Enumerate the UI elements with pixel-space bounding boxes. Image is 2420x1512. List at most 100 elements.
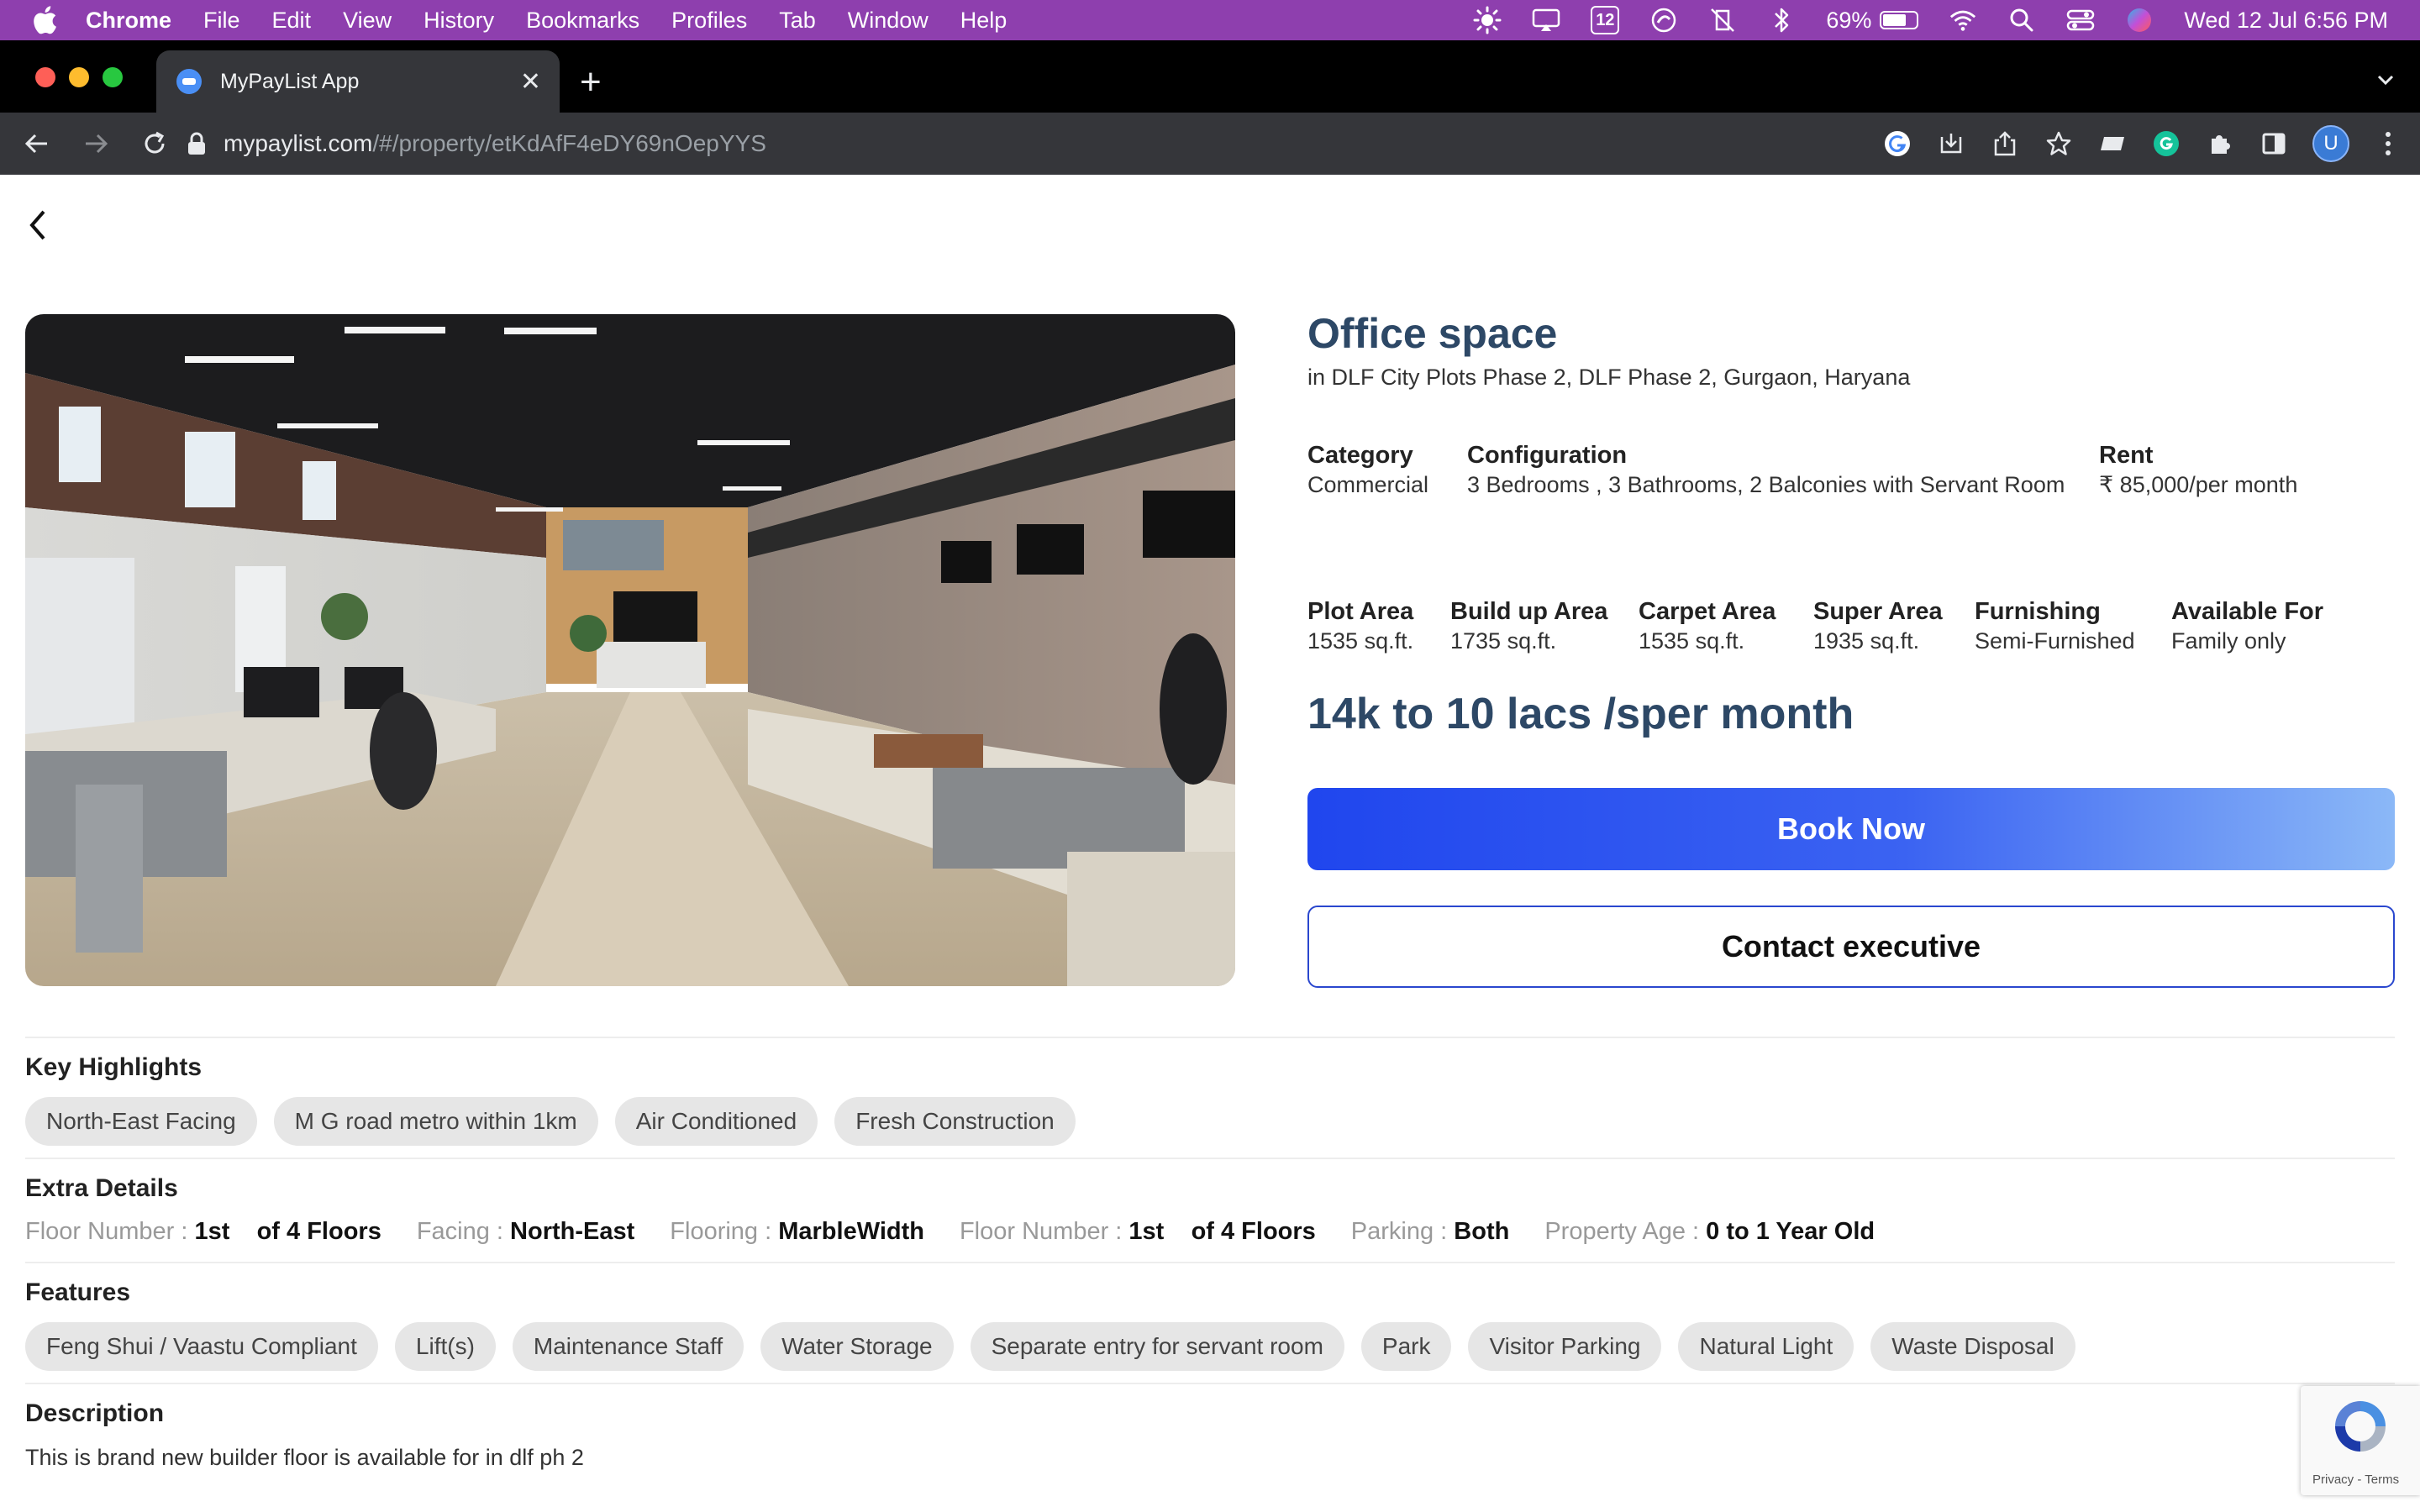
reload-icon[interactable] — [139, 129, 170, 159]
spec-configuration: Configuration 3 Bedrooms , 3 Bathrooms, … — [1467, 440, 2065, 499]
new-tab-button[interactable]: + — [580, 64, 602, 101]
extra-details-heading: Extra Details — [25, 1174, 178, 1202]
extensions-puzzle-icon[interactable] — [2205, 129, 2235, 159]
brightness-icon[interactable] — [1473, 6, 1502, 34]
key-highlights-heading: Key Highlights — [25, 1053, 203, 1081]
google-icon[interactable] — [1882, 129, 1912, 159]
property-location: in DLF City Plots Phase 2, DLF Phase 2, … — [1307, 365, 1911, 390]
menu-edit[interactable]: Edit — [272, 8, 312, 34]
screen-mirroring-icon[interactable] — [1532, 6, 1560, 34]
grammarly-icon[interactable] — [2151, 129, 2181, 159]
spec-value: Commercial — [1307, 472, 1429, 497]
extra-detail-item: Facing : North-East — [417, 1218, 634, 1246]
tab-title: MyPayList App — [220, 69, 360, 93]
spec-value: 1935 sq.ft. — [1813, 628, 1920, 654]
sync-icon[interactable] — [1649, 6, 1678, 34]
spec-value: Semi-Furnished — [1975, 628, 2135, 654]
share-icon[interactable] — [1990, 129, 2020, 159]
wifi-icon[interactable] — [1949, 6, 1977, 34]
menu-view[interactable]: View — [343, 8, 392, 34]
bookmark-star-icon[interactable] — [2044, 129, 2074, 159]
side-panel-icon[interactable] — [2259, 129, 2289, 159]
calendar-badge-icon[interactable]: 12 — [1591, 6, 1620, 34]
spec-label: Furnishing — [1975, 598, 2101, 625]
spec-label: Build up Area — [1450, 598, 1608, 625]
menu-file[interactable]: File — [203, 8, 240, 34]
menu-app-chrome[interactable]: Chrome — [86, 8, 171, 34]
spec-furnishing: Furnishing Semi-Furnished — [1975, 596, 2135, 655]
window-zoom-button[interactable] — [103, 67, 123, 87]
features-chips: Feng Shui / Vaastu Compliant Lift(s) Mai… — [25, 1322, 2075, 1371]
extra-detail-label: Facing : — [416, 1218, 511, 1245]
section-divider — [25, 1037, 2395, 1038]
extra-detail-item: Floor Number : 1st of 4 Floors — [960, 1218, 1316, 1246]
extra-detail-value: 0 to 1 Year Old — [1706, 1218, 1876, 1245]
siri-icon[interactable] — [2125, 6, 2154, 34]
property-title: Office space — [1307, 310, 1558, 357]
recaptcha-links[interactable]: Privacy - Terms — [2312, 1473, 2399, 1487]
extra-detail-value: MarbleWidth — [778, 1218, 924, 1245]
control-center-icon[interactable] — [2066, 6, 2095, 34]
extra-detail-label: Parking : — [1350, 1218, 1455, 1245]
window-close-button[interactable] — [35, 67, 55, 87]
bluetooth-icon[interactable] — [1767, 6, 1796, 34]
book-now-button[interactable]: Book Now — [1307, 788, 2395, 870]
spotlight-search-icon[interactable] — [2007, 6, 2036, 34]
extra-details-list: Floor Number : 1st of 4 Floors Facing : … — [25, 1218, 1875, 1246]
battery-percent: 69% — [1826, 7, 1872, 33]
menu-tab[interactable]: Tab — [779, 8, 816, 34]
feature-chip: Maintenance Staff — [512, 1322, 744, 1371]
spec-label: Plot Area — [1307, 598, 1414, 625]
lock-icon[interactable] — [187, 131, 207, 156]
spec-category: Category Commercial — [1307, 440, 1428, 499]
clock-datetime[interactable]: Wed 12 Jul 6:56 PM — [2184, 8, 2388, 34]
do-not-disturb-icon[interactable] — [1708, 6, 1737, 34]
extension-ticket-icon[interactable] — [2097, 129, 2128, 159]
address-bar[interactable]: mypaylist.com /#/property/etKdAfF4eDY69n… — [180, 119, 1860, 168]
forward-arrow-icon[interactable] — [81, 129, 111, 159]
browser-menu-kebab-icon[interactable] — [2373, 129, 2403, 159]
menu-history[interactable]: History — [424, 8, 494, 34]
url-path: /#/property/etKdAfF4eDY69nOepYYS — [372, 130, 766, 156]
extra-detail-value: 1st of 4 Floors — [194, 1218, 381, 1245]
install-app-icon[interactable] — [1936, 129, 1966, 159]
recaptcha-badge[interactable]: Privacy - Terms — [2301, 1386, 2420, 1495]
extra-detail-value: Both — [1454, 1218, 1510, 1245]
section-divider — [25, 1262, 2395, 1263]
extra-detail-label: Flooring : — [670, 1218, 779, 1245]
spec-value: ₹ 85,000/per month — [2099, 472, 2298, 497]
macos-menu-bar: Chrome File Edit View History Bookmarks … — [0, 0, 2420, 40]
property-photo[interactable] — [25, 314, 1235, 986]
extra-detail-item: Floor Number : 1st of 4 Floors — [25, 1218, 381, 1246]
menu-help[interactable]: Help — [960, 8, 1007, 34]
site-favicon-icon — [176, 69, 202, 94]
back-chevron-icon[interactable] — [22, 200, 55, 250]
highlight-chip: North-East Facing — [25, 1097, 257, 1146]
feature-chip: Park — [1360, 1322, 1452, 1371]
recaptcha-logo-icon — [2335, 1401, 2386, 1452]
contact-executive-button[interactable]: Contact executive — [1307, 906, 2395, 988]
profile-avatar[interactable]: U — [2312, 125, 2349, 162]
apple-logo-icon[interactable] — [32, 6, 60, 34]
extra-detail-item: Flooring : MarbleWidth — [670, 1218, 924, 1246]
spec-label: Carpet Area — [1639, 598, 1776, 625]
property-detail-page: Office space in DLF City Plots Phase 2, … — [0, 175, 2420, 1512]
feature-chip: Lift(s) — [394, 1322, 496, 1371]
tab-close-icon[interactable]: ✕ — [520, 67, 541, 97]
tab-search-chevron-icon[interactable] — [2373, 67, 2398, 92]
extra-detail-label: Floor Number : — [25, 1218, 195, 1245]
highlight-chip: Air Conditioned — [614, 1097, 818, 1146]
description-text: This is brand new builder floor is avail… — [25, 1445, 584, 1470]
window-minimize-button[interactable] — [69, 67, 89, 87]
menu-profiles[interactable]: Profiles — [671, 8, 747, 34]
back-arrow-icon[interactable] — [22, 129, 52, 159]
spec-value: 3 Bedrooms , 3 Bathrooms, 2 Balconies wi… — [1467, 472, 2065, 497]
extra-detail-value: North-East — [510, 1218, 635, 1245]
spec-label: Category — [1307, 442, 1413, 469]
menu-window[interactable]: Window — [848, 8, 929, 34]
spec-plot-area: Plot Area 1535 sq.ft. — [1307, 596, 1413, 655]
browser-tab-active[interactable]: MyPayList App ✕ — [156, 50, 560, 113]
menu-bookmarks[interactable]: Bookmarks — [526, 8, 639, 34]
spec-label: Rent — [2099, 442, 2154, 469]
battery-status[interactable]: 69% — [1826, 7, 1919, 34]
